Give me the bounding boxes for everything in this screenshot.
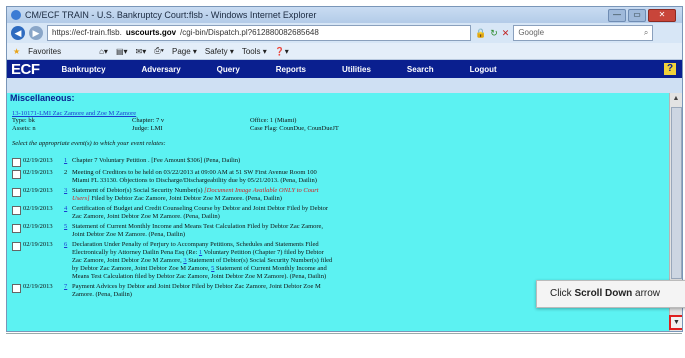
- entry-date: 02/19/2013: [23, 283, 53, 290]
- search-icon[interactable]: ⌕: [644, 26, 648, 40]
- callout-bold: Scroll Down: [574, 288, 633, 299]
- entry-number-link[interactable]: 7: [64, 283, 72, 299]
- maximize-button[interactable]: ▭: [628, 8, 646, 22]
- case-office: Office: 1 (Miami): [250, 117, 297, 124]
- help-menu[interactable]: ❓▾: [275, 47, 289, 56]
- instruction-callout: Click Scroll Down arrow: [536, 280, 685, 308]
- entry-checkbox[interactable]: [12, 224, 21, 233]
- entry-date: 02/19/2013: [23, 157, 53, 164]
- ecf-logo: ECF: [11, 60, 40, 78]
- favorites-star-icon[interactable]: ★: [13, 47, 20, 56]
- entry-text: Meeting of Creditors to be held on 03/22…: [72, 169, 317, 184]
- callout-prefix: Click: [550, 288, 575, 299]
- url-field[interactable]: https://ecf-train.flsb. uscourts.gov/cgi-…: [47, 25, 471, 41]
- entry-text-part: Statement of Debtor(s) Social Security N…: [72, 187, 205, 194]
- favorites-bar: ★ Favorites ⌂▾ ▤▾ ✉▾ ⎙▾ Page ▾ Safety ▾ …: [7, 43, 682, 60]
- divider: [6, 333, 682, 334]
- search-placeholder: Google: [518, 28, 545, 37]
- favorites-button[interactable]: Favorites: [28, 47, 61, 56]
- entry-date: 02/19/2013: [23, 205, 53, 212]
- menu-bankruptcy[interactable]: Bankruptcy: [62, 65, 106, 74]
- entry-number-link[interactable]: 4: [64, 205, 72, 221]
- url-domain: uscourts.gov: [125, 28, 177, 37]
- entry-date: 02/19/2013: [23, 223, 53, 230]
- entry-date: 02/19/2013: [23, 169, 53, 176]
- case-assets: Assets: n: [12, 125, 36, 132]
- window-controls: — ▭ ✕: [608, 8, 676, 22]
- close-button[interactable]: ✕: [648, 8, 676, 22]
- docket-entry: 02/19/2013 2 Meeting of Creditors to be …: [12, 169, 669, 185]
- scroll-up-arrow-icon[interactable]: ▲: [671, 94, 681, 104]
- menu-reports[interactable]: Reports: [276, 65, 306, 74]
- menu-logout[interactable]: Logout: [470, 65, 497, 74]
- entry-number-link[interactable]: 1: [64, 157, 72, 167]
- scroll-down-arrow-icon[interactable]: ▼: [669, 315, 682, 330]
- docket-entry: 02/19/2013 4 Certification of Budget and…: [12, 205, 669, 221]
- entry-text: Payment Advices by Debtor and Joint Debt…: [72, 283, 321, 298]
- case-chapter: Chapter: 7 v: [132, 117, 165, 124]
- entry-number: 2: [64, 169, 68, 176]
- window-title: CM/ECF TRAIN - U.S. Bankruptcy Court:fls…: [25, 10, 317, 20]
- page-title: Miscellaneous:: [7, 93, 669, 104]
- minimize-button[interactable]: —: [608, 8, 626, 22]
- menu-utilities[interactable]: Utilities: [342, 65, 371, 74]
- entry-text: Chapter 7 Voluntary Petition . [Fee Amou…: [72, 157, 241, 164]
- case-flag: Case Flag: CounDue, CounDueJT: [250, 125, 339, 132]
- mail-icon[interactable]: ✉▾: [136, 47, 147, 56]
- address-bar: ◀ ▶ https://ecf-train.flsb. uscourts.gov /…: [7, 23, 682, 43]
- entry-checkbox[interactable]: [12, 206, 21, 215]
- entry-number-link[interactable]: 6: [64, 241, 72, 281]
- entry-text: Certification of Budget and Credit Couns…: [72, 205, 328, 220]
- back-icon[interactable]: ◀: [11, 26, 25, 40]
- entry-text-part: Filed by Debtor Zac Zamore, Joint Debtor…: [89, 195, 282, 202]
- refresh-icon[interactable]: ↻: [490, 28, 498, 39]
- entry-checkbox[interactable]: [12, 242, 21, 251]
- forward-icon[interactable]: ▶: [29, 26, 43, 40]
- case-link[interactable]: 13-10171-LMI Zac Zamore and Zoe M Zamore: [12, 110, 669, 117]
- lock-icon: 🔒: [475, 27, 487, 38]
- safety-menu[interactable]: Safety ▾: [205, 47, 234, 56]
- scrollbar-thumb[interactable]: [671, 107, 682, 279]
- callout-suffix: arrow: [632, 288, 661, 299]
- menu-adversary[interactable]: Adversary: [142, 65, 181, 74]
- docket-entry: 02/19/2013 5 Statement of Current Monthl…: [12, 223, 669, 239]
- entry-checkbox[interactable]: [12, 170, 21, 179]
- entry-text: Statement of Current Monthly Income and …: [72, 223, 324, 238]
- menu-search[interactable]: Search: [407, 65, 434, 74]
- entry-checkbox[interactable]: [12, 284, 21, 293]
- entry-checkbox[interactable]: [12, 158, 21, 167]
- case-judge: Judge: LMI: [132, 125, 163, 132]
- entry-text: Declaration Under Penalty of Perjury to …: [72, 241, 334, 281]
- ecf-menu-bar: ECF Bankruptcy Adversary Query Reports U…: [7, 60, 682, 78]
- help-icon[interactable]: ?: [664, 63, 676, 75]
- search-input[interactable]: Google ⌕: [513, 25, 654, 41]
- entry-number-link[interactable]: 3: [64, 187, 72, 203]
- menu-query[interactable]: Query: [217, 65, 240, 74]
- feeds-icon[interactable]: ▤▾: [116, 47, 128, 56]
- docket-entry: 02/19/2013 3 Statement of Debtor(s) Soci…: [12, 187, 669, 203]
- case-type: Type: bk: [12, 117, 35, 124]
- docket-entry: 02/19/2013 6 Declaration Under Penalty o…: [12, 241, 669, 281]
- case-info: Type: bk Chapter: 7 v Office: 1 (Miami) …: [12, 117, 669, 132]
- home-icon[interactable]: ⌂▾: [99, 47, 108, 56]
- docket-entry: 02/19/2013 1 Chapter 7 Voluntary Petitio…: [12, 157, 669, 167]
- entry-date: 02/19/2013: [23, 187, 53, 194]
- print-icon[interactable]: ⎙▾: [154, 46, 164, 56]
- title-bar: CM/ECF TRAIN - U.S. Bankruptcy Court:fls…: [7, 7, 682, 23]
- entry-number-link[interactable]: 5: [64, 223, 72, 239]
- url-path: /cgi-bin/Dispatch.pl?612880082685648: [180, 28, 319, 37]
- tools-menu[interactable]: Tools ▾: [242, 47, 267, 56]
- url-prefix: https://ecf-train.flsb.: [52, 28, 122, 37]
- entry-text: Statement of Debtor(s) Social Security N…: [72, 187, 334, 203]
- stop-icon[interactable]: ✕: [502, 28, 510, 39]
- ie-logo-icon: [11, 10, 21, 20]
- entry-date: 02/19/2013: [23, 241, 53, 248]
- entry-checkbox[interactable]: [12, 188, 21, 197]
- instructions: Select the appropriate event(s) to which…: [12, 140, 166, 147]
- page-menu[interactable]: Page ▾: [172, 47, 197, 56]
